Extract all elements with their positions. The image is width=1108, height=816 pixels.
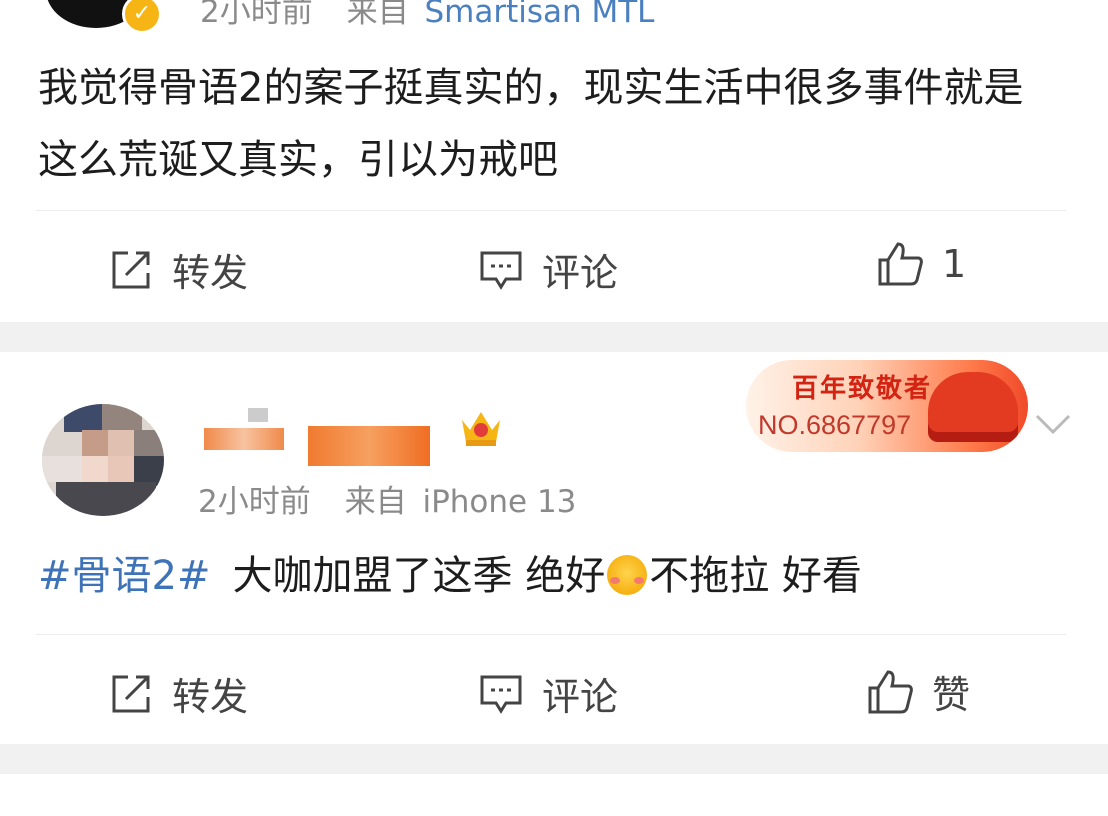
like-label: 赞 [932,673,971,717]
post-time: 2小时前 [200,0,313,30]
username-obscured[interactable] [248,408,268,422]
hashtag-link[interactable]: #骨语2# [38,553,210,599]
post-card: ✓ 2小时前 来自 Smartisan MTL 我觉得骨语2的案子挺真实的，现实… [0,0,1108,322]
comment-icon [480,675,522,714]
username-obscured[interactable] [308,426,430,466]
like-button[interactable]: 赞 [866,664,970,719]
divider [36,210,1066,211]
source-prefix: 来自 [346,0,409,30]
comment-button[interactable]: 评论 [478,242,618,297]
divider [36,634,1066,635]
post-text: 我觉得骨语2的案子挺真实的，现实生活中很多事件就是这么荒诞又真实，引以为戒吧 [38,65,1024,183]
comment-button[interactable]: 评论 [478,666,618,721]
feed-separator [0,322,1108,352]
post-text-part: 大咖加盟了这季 绝好 [232,553,606,599]
repost-label: 转发 [172,675,249,719]
repost-icon [112,675,150,712]
repost-icon [112,251,150,288]
comment-label: 评论 [542,675,619,719]
source-device[interactable]: Smartisan MTL [424,0,654,30]
blush-emoji-icon [607,555,648,595]
post-time: 2小时前 [198,484,311,520]
like-button[interactable]: 1 [876,240,966,288]
medal-building-icon [928,372,1018,442]
post-card [0,774,1108,816]
medal-number: NO.6867797 [758,410,912,440]
crown-icon [462,412,500,446]
like-icon [868,669,913,713]
chevron-down-icon[interactable] [1034,412,1072,436]
username-obscured[interactable] [204,428,284,450]
comment-icon [480,251,522,290]
medal-title: 百年致敬者 [792,374,933,404]
post-text: #骨语2# 大咖加盟了这季 绝好 不拖拉 好看 [38,540,862,612]
repost-label: 转发 [172,251,249,295]
repost-button[interactable]: 转发 [108,242,248,297]
feed-separator [0,744,1108,774]
repost-button[interactable]: 转发 [108,666,248,721]
avatar[interactable] [42,404,164,516]
like-icon [878,242,923,286]
source-device[interactable]: iPhone 13 [422,484,576,520]
post-meta: 2小时前 来自 Smartisan MTL [200,0,654,31]
post-meta: 2小时前 来自 iPhone 13 [198,476,576,521]
medal-badge[interactable]: 百年致敬者 NO.6867797 [746,360,1028,452]
verified-badge-icon: ✓ [122,0,162,34]
source-prefix: 来自 [344,484,407,520]
comment-label: 评论 [542,251,619,295]
post-text-part: 不拖拉 好看 [649,553,862,599]
like-count: 1 [942,242,967,286]
